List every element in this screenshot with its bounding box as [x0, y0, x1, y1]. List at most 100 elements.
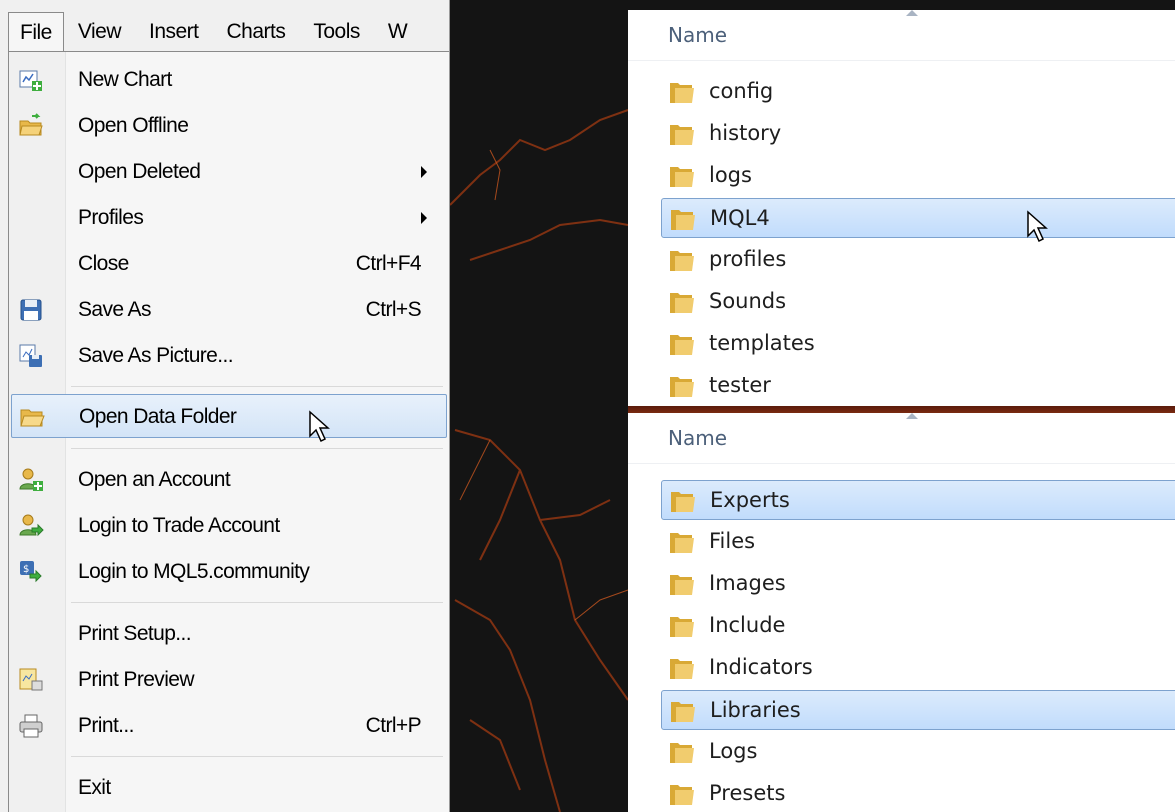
menu-item-label: Print...	[78, 714, 134, 737]
folder-name: Presets	[709, 781, 786, 805]
file-menu-window: File View Insert Charts Tools W New Char…	[0, 0, 450, 812]
folder-row-experts[interactable]: Experts	[661, 480, 1175, 520]
folder-name: history	[709, 121, 782, 145]
folder-icon	[670, 743, 694, 763]
menu-item-save-as-picture[interactable]: Save As Picture...	[9, 334, 447, 378]
explorer-mql4-folder: Name Experts Files Images Include Indica…	[628, 413, 1175, 812]
menu-item-label: Exit	[78, 776, 111, 799]
menu-item-close[interactable]: Close Ctrl+F4	[9, 242, 447, 286]
sort-ascending-icon	[906, 413, 918, 419]
menu-item-open-data-folder[interactable]: Open Data Folder	[11, 394, 447, 438]
folder-row-config[interactable]: config	[661, 72, 1175, 112]
folder-row-tester[interactable]: tester	[661, 366, 1175, 406]
folder-icon	[670, 167, 694, 187]
menu-separator	[71, 386, 443, 387]
folder-icon	[671, 702, 695, 722]
explorer-data-folder: Name config history logs MQL4 profiles S…	[628, 10, 1175, 406]
menu-item-print-preview[interactable]: Print Preview	[9, 658, 447, 702]
folder-name: logs	[709, 163, 752, 187]
menu-item-label: Login to MQL5.community	[78, 560, 310, 583]
floppy-disk-icon	[20, 299, 42, 321]
folder-name: Images	[709, 571, 786, 595]
folder-row-sounds[interactable]: Sounds	[661, 282, 1175, 322]
folder-row-templates[interactable]: templates	[661, 324, 1175, 364]
folder-row-logs[interactable]: logs	[661, 156, 1175, 196]
menu-separator	[71, 756, 443, 757]
folder-row-history[interactable]: history	[661, 114, 1175, 154]
open-folder-icon	[19, 113, 43, 136]
folder-icon	[671, 492, 695, 512]
svg-text:$: $	[23, 564, 29, 575]
new-chart-icon	[19, 70, 42, 91]
folder-icon	[671, 210, 695, 230]
folder-row-files[interactable]: Files	[661, 522, 1175, 562]
folder-row-include[interactable]: Include	[661, 606, 1175, 646]
menu-item-label: Open Offline	[78, 114, 189, 137]
folder-row-profiles[interactable]: profiles	[661, 240, 1175, 280]
menu-item-open-account[interactable]: Open an Account	[9, 458, 447, 502]
menu-item-label: Save As Picture...	[78, 344, 234, 367]
folder-name: Indicators	[709, 655, 813, 679]
folder-row-presets[interactable]: Presets	[661, 774, 1175, 812]
menubar-window[interactable]: W	[374, 12, 421, 52]
folder-icon	[670, 377, 694, 397]
menu-item-label: Open Deleted	[78, 160, 201, 183]
menu-item-open-offline[interactable]: Open Offline	[9, 104, 447, 148]
column-header-name[interactable]: Name	[628, 10, 1175, 61]
folder-name: config	[709, 79, 774, 103]
folder-name: profiles	[709, 247, 787, 271]
open-data-folder-icon	[20, 409, 45, 427]
menu-item-label: New Chart	[78, 68, 172, 91]
menu-item-label: Print Preview	[78, 668, 195, 691]
folder-name: MQL4	[710, 206, 770, 230]
menu-item-print-setup[interactable]: Print Setup...	[9, 612, 447, 656]
folder-name: Include	[709, 613, 786, 637]
menu-item-shortcut: Ctrl+F4	[355, 252, 422, 275]
menu-item-new-chart[interactable]: New Chart	[9, 58, 447, 102]
folder-icon	[670, 575, 694, 595]
mouse-cursor-icon	[309, 410, 330, 443]
menu-item-open-deleted[interactable]: Open Deleted	[9, 150, 447, 194]
folder-row-mql4[interactable]: MQL4	[661, 198, 1175, 238]
menu-separator	[71, 448, 443, 449]
menu-item-label: Close	[78, 252, 129, 275]
menubar-insert[interactable]: Insert	[135, 12, 213, 52]
folder-name: tester	[709, 373, 771, 397]
folder-icon	[670, 785, 694, 805]
folder-icon	[670, 251, 694, 271]
submenu-arrow-icon	[421, 166, 427, 178]
menu-item-label: Save As	[78, 298, 151, 321]
menubar: File View Insert Charts Tools W	[0, 12, 449, 52]
folder-icon	[670, 83, 694, 103]
menu-item-profiles[interactable]: Profiles	[9, 196, 447, 240]
menubar-view[interactable]: View	[64, 12, 135, 52]
menubar-tools[interactable]: Tools	[299, 12, 374, 52]
folder-icon	[670, 125, 694, 145]
menu-item-print[interactable]: Print... Ctrl+P	[9, 704, 447, 748]
menubar-file[interactable]: File	[8, 12, 64, 52]
menu-item-login-trade-account[interactable]: Login to Trade Account	[9, 504, 447, 548]
folder-icon	[670, 533, 694, 553]
menu-item-login-mql5[interactable]: $ Login to MQL5.community	[9, 550, 447, 594]
menu-item-save-as[interactable]: Save As Ctrl+S	[9, 288, 447, 332]
folder-name: Experts	[710, 488, 790, 512]
folder-row-indicators[interactable]: Indicators	[661, 648, 1175, 688]
menu-item-label: Print Setup...	[78, 622, 192, 645]
menu-separator	[71, 602, 443, 603]
add-user-icon	[19, 468, 43, 491]
save-picture-icon	[19, 344, 42, 367]
mouse-cursor-icon	[1027, 210, 1048, 243]
folder-row-images[interactable]: Images	[661, 564, 1175, 604]
menu-item-label: Profiles	[78, 206, 144, 229]
login-user-icon	[19, 514, 44, 537]
folder-row-libraries[interactable]: Libraries	[661, 690, 1175, 730]
column-header-name[interactable]: Name	[628, 413, 1175, 464]
menubar-charts[interactable]: Charts	[213, 12, 300, 52]
folder-name: Logs	[709, 739, 758, 763]
folder-row-logs[interactable]: Logs	[661, 732, 1175, 772]
menu-item-shortcut: Ctrl+P	[365, 714, 422, 737]
menu-item-exit[interactable]: Exit	[9, 766, 447, 810]
file-menu-dropdown: New Chart Open Offline Open Deleted Prof…	[8, 51, 449, 812]
column-header-label: Name	[668, 426, 728, 450]
mql5-login-icon: $	[20, 561, 42, 583]
